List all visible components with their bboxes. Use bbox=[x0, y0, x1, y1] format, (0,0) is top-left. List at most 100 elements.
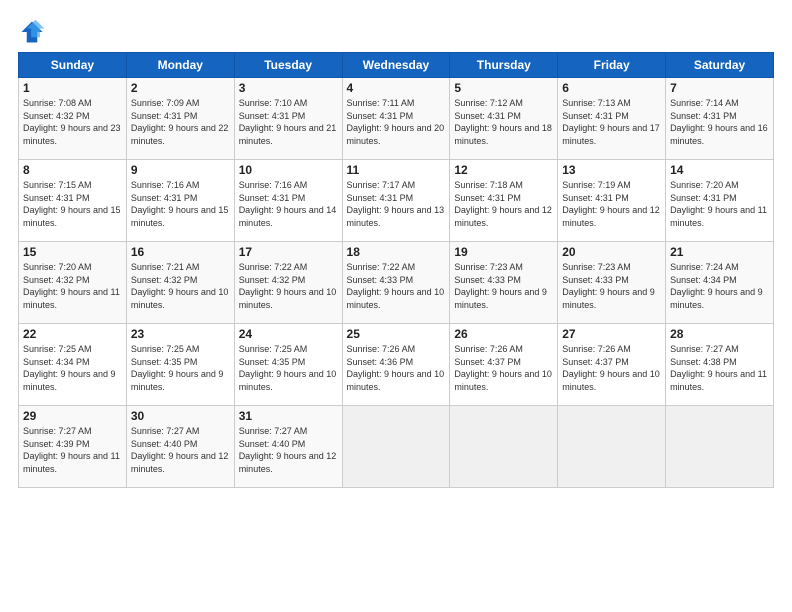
day-number: 9 bbox=[131, 163, 230, 177]
week-row-1: 1 Sunrise: 7:08 AMSunset: 4:32 PMDaylight… bbox=[19, 78, 774, 160]
calendar-cell: 15 Sunrise: 7:20 AMSunset: 4:32 PMDayligh… bbox=[19, 242, 127, 324]
day-number: 30 bbox=[131, 409, 230, 423]
calendar-cell: 14Sunrise: 7:20 AMSunset: 4:31 PMDayligh… bbox=[666, 160, 774, 242]
page: SundayMondayTuesdayWednesdayThursdayFrid… bbox=[0, 0, 792, 612]
cell-info: Sunrise: 7:15 AMSunset: 4:31 PMDaylight:… bbox=[23, 179, 122, 229]
logo bbox=[18, 18, 50, 46]
cell-info: Sunrise: 7:26 AMSunset: 4:37 PMDaylight:… bbox=[562, 343, 661, 393]
cell-info: Sunrise: 7:27 AMSunset: 4:40 PMDaylight:… bbox=[239, 425, 338, 475]
calendar-cell: 10 Sunrise: 7:16 AMSunset: 4:31 PMDayligh… bbox=[234, 160, 342, 242]
cell-info: Sunrise: 7:22 AMSunset: 4:33 PMDaylight:… bbox=[347, 261, 446, 311]
logo-icon bbox=[18, 18, 46, 46]
week-row-4: 22Sunrise: 7:25 AMSunset: 4:34 PMDayligh… bbox=[19, 324, 774, 406]
calendar-cell: 17 Sunrise: 7:22 AMSunset: 4:32 PMDayligh… bbox=[234, 242, 342, 324]
calendar-cell: 3 Sunrise: 7:10 AMSunset: 4:31 PMDaylight… bbox=[234, 78, 342, 160]
calendar-cell: 8 Sunrise: 7:15 AMSunset: 4:31 PMDaylight… bbox=[19, 160, 127, 242]
day-number: 8 bbox=[23, 163, 122, 177]
cell-info: Sunrise: 7:20 AMSunset: 4:32 PMDaylight:… bbox=[23, 261, 122, 311]
cell-info: Sunrise: 7:13 AMSunset: 4:31 PMDaylight:… bbox=[562, 97, 661, 147]
calendar-cell: 13Sunrise: 7:19 AMSunset: 4:31 PMDayligh… bbox=[558, 160, 666, 242]
day-header-sunday: Sunday bbox=[19, 53, 127, 78]
calendar-cell: 2 Sunrise: 7:09 AMSunset: 4:31 PMDaylight… bbox=[126, 78, 234, 160]
calendar-body: 1 Sunrise: 7:08 AMSunset: 4:32 PMDaylight… bbox=[19, 78, 774, 488]
day-number: 29 bbox=[23, 409, 122, 423]
day-number: 20 bbox=[562, 245, 661, 259]
cell-info: Sunrise: 7:19 AMSunset: 4:31 PMDaylight:… bbox=[562, 179, 661, 229]
week-row-2: 8 Sunrise: 7:15 AMSunset: 4:31 PMDaylight… bbox=[19, 160, 774, 242]
day-number: 16 bbox=[131, 245, 230, 259]
calendar-cell bbox=[342, 406, 450, 488]
day-number: 11 bbox=[347, 163, 446, 177]
cell-info: Sunrise: 7:08 AMSunset: 4:32 PMDaylight:… bbox=[23, 97, 122, 147]
calendar-cell: 22Sunrise: 7:25 AMSunset: 4:34 PMDayligh… bbox=[19, 324, 127, 406]
cell-info: Sunrise: 7:27 AMSunset: 4:40 PMDaylight:… bbox=[131, 425, 230, 475]
calendar-cell: 9 Sunrise: 7:16 AMSunset: 4:31 PMDaylight… bbox=[126, 160, 234, 242]
day-number: 1 bbox=[23, 81, 122, 95]
day-number: 7 bbox=[670, 81, 769, 95]
day-number: 31 bbox=[239, 409, 338, 423]
calendar-cell: 6Sunrise: 7:13 AMSunset: 4:31 PMDaylight… bbox=[558, 78, 666, 160]
cell-info: Sunrise: 7:14 AMSunset: 4:31 PMDaylight:… bbox=[670, 97, 769, 147]
cell-info: Sunrise: 7:10 AMSunset: 4:31 PMDaylight:… bbox=[239, 97, 338, 147]
day-number: 19 bbox=[454, 245, 553, 259]
day-number: 3 bbox=[239, 81, 338, 95]
calendar-cell: 21Sunrise: 7:24 AMSunset: 4:34 PMDayligh… bbox=[666, 242, 774, 324]
cell-info: Sunrise: 7:12 AMSunset: 4:31 PMDaylight:… bbox=[454, 97, 553, 147]
day-number: 10 bbox=[239, 163, 338, 177]
calendar-cell: 7 Sunrise: 7:14 AMSunset: 4:31 PMDaylight… bbox=[666, 78, 774, 160]
week-row-5: 29 Sunrise: 7:27 AMSunset: 4:39 PMDayligh… bbox=[19, 406, 774, 488]
cell-info: Sunrise: 7:18 AMSunset: 4:31 PMDaylight:… bbox=[454, 179, 553, 229]
cell-info: Sunrise: 7:22 AMSunset: 4:32 PMDaylight:… bbox=[239, 261, 338, 311]
day-number: 24 bbox=[239, 327, 338, 341]
cell-info: Sunrise: 7:11 AMSunset: 4:31 PMDaylight:… bbox=[347, 97, 446, 147]
calendar-cell bbox=[558, 406, 666, 488]
cell-info: Sunrise: 7:09 AMSunset: 4:31 PMDaylight:… bbox=[131, 97, 230, 147]
day-header-wednesday: Wednesday bbox=[342, 53, 450, 78]
calendar-cell: 26Sunrise: 7:26 AMSunset: 4:37 PMDayligh… bbox=[450, 324, 558, 406]
day-number: 23 bbox=[131, 327, 230, 341]
cell-info: Sunrise: 7:26 AMSunset: 4:37 PMDaylight:… bbox=[454, 343, 553, 393]
calendar-cell: 28 Sunrise: 7:27 AMSunset: 4:38 PMDayligh… bbox=[666, 324, 774, 406]
header bbox=[18, 18, 774, 46]
day-header-tuesday: Tuesday bbox=[234, 53, 342, 78]
day-header-monday: Monday bbox=[126, 53, 234, 78]
calendar-cell: 25 Sunrise: 7:26 AMSunset: 4:36 PMDayligh… bbox=[342, 324, 450, 406]
calendar-table: SundayMondayTuesdayWednesdayThursdayFrid… bbox=[18, 52, 774, 488]
cell-info: Sunrise: 7:20 AMSunset: 4:31 PMDaylight:… bbox=[670, 179, 769, 229]
calendar-cell: 29 Sunrise: 7:27 AMSunset: 4:39 PMDayligh… bbox=[19, 406, 127, 488]
cell-info: Sunrise: 7:27 AMSunset: 4:39 PMDaylight:… bbox=[23, 425, 122, 475]
day-number: 27 bbox=[562, 327, 661, 341]
day-number: 5 bbox=[454, 81, 553, 95]
day-number: 28 bbox=[670, 327, 769, 341]
cell-info: Sunrise: 7:25 AMSunset: 4:35 PMDaylight:… bbox=[131, 343, 230, 393]
cell-info: Sunrise: 7:16 AMSunset: 4:31 PMDaylight:… bbox=[131, 179, 230, 229]
day-number: 21 bbox=[670, 245, 769, 259]
calendar-cell: 16 Sunrise: 7:21 AMSunset: 4:32 PMDayligh… bbox=[126, 242, 234, 324]
day-number: 2 bbox=[131, 81, 230, 95]
day-header-saturday: Saturday bbox=[666, 53, 774, 78]
day-number: 25 bbox=[347, 327, 446, 341]
header-row: SundayMondayTuesdayWednesdayThursdayFrid… bbox=[19, 53, 774, 78]
day-number: 12 bbox=[454, 163, 553, 177]
cell-info: Sunrise: 7:16 AMSunset: 4:31 PMDaylight:… bbox=[239, 179, 338, 229]
calendar-cell: 12 Sunrise: 7:18 AMSunset: 4:31 PMDayligh… bbox=[450, 160, 558, 242]
calendar-cell: 19 Sunrise: 7:23 AMSunset: 4:33 PMDayligh… bbox=[450, 242, 558, 324]
day-number: 17 bbox=[239, 245, 338, 259]
calendar-header: SundayMondayTuesdayWednesdayThursdayFrid… bbox=[19, 53, 774, 78]
week-row-3: 15 Sunrise: 7:20 AMSunset: 4:32 PMDayligh… bbox=[19, 242, 774, 324]
calendar-cell: 11 Sunrise: 7:17 AMSunset: 4:31 PMDayligh… bbox=[342, 160, 450, 242]
cell-info: Sunrise: 7:23 AMSunset: 4:33 PMDaylight:… bbox=[454, 261, 553, 311]
cell-info: Sunrise: 7:17 AMSunset: 4:31 PMDaylight:… bbox=[347, 179, 446, 229]
cell-info: Sunrise: 7:23 AMSunset: 4:33 PMDaylight:… bbox=[562, 261, 661, 311]
day-number: 15 bbox=[23, 245, 122, 259]
cell-info: Sunrise: 7:25 AMSunset: 4:34 PMDaylight:… bbox=[23, 343, 122, 393]
cell-info: Sunrise: 7:21 AMSunset: 4:32 PMDaylight:… bbox=[131, 261, 230, 311]
cell-info: Sunrise: 7:26 AMSunset: 4:36 PMDaylight:… bbox=[347, 343, 446, 393]
calendar-cell: 24 Sunrise: 7:25 AMSunset: 4:35 PMDayligh… bbox=[234, 324, 342, 406]
cell-info: Sunrise: 7:25 AMSunset: 4:35 PMDaylight:… bbox=[239, 343, 338, 393]
calendar-cell: 27 Sunrise: 7:26 AMSunset: 4:37 PMDayligh… bbox=[558, 324, 666, 406]
calendar-cell bbox=[666, 406, 774, 488]
calendar-cell: 23 Sunrise: 7:25 AMSunset: 4:35 PMDayligh… bbox=[126, 324, 234, 406]
calendar-cell bbox=[450, 406, 558, 488]
cell-info: Sunrise: 7:27 AMSunset: 4:38 PMDaylight:… bbox=[670, 343, 769, 393]
